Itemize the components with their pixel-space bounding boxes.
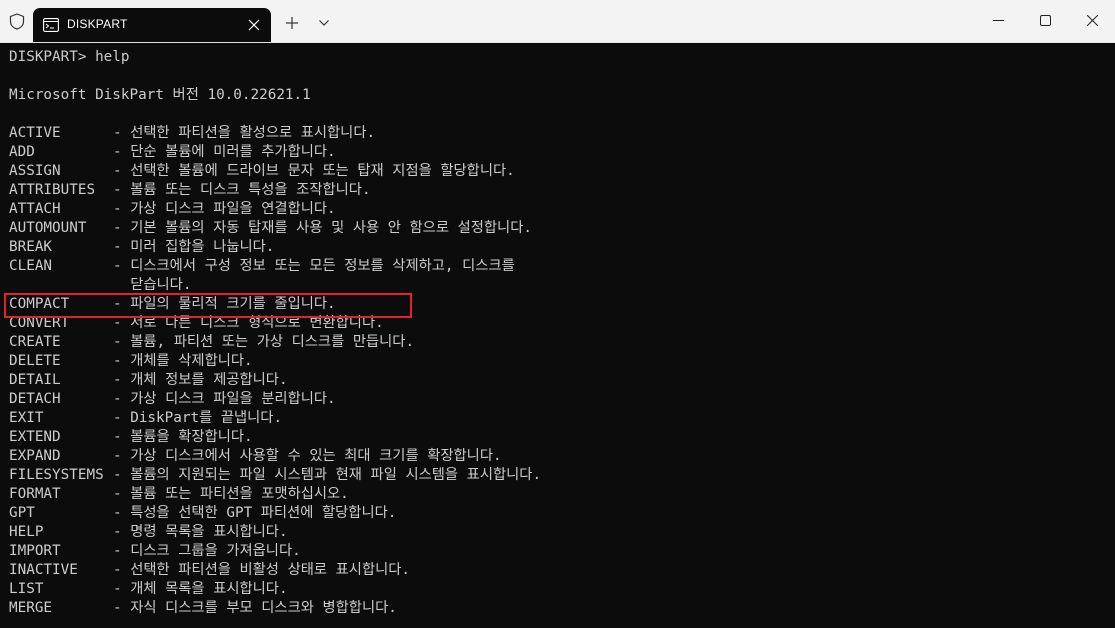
command-description: - 개체 목록을 표시합니다. (113, 581, 288, 597)
command-description: - 볼륨의 지원되는 파일 시스템과 현재 파일 시스템을 표시합니다. (113, 467, 542, 483)
command-row: IMPORT - 디스크 그룹을 가져옵니다. (9, 542, 1109, 561)
command-row: DETACH - 가상 디스크 파일을 분리합니다. (9, 390, 1109, 409)
command-row: FILESYSTEMS - 볼륨의 지원되는 파일 시스템과 현재 파일 시스템을… (9, 466, 1109, 485)
command-row: EXPAND - 가상 디스크에서 사용할 수 있는 최대 크기를 확장합니다. (9, 447, 1109, 466)
command-row: DETAIL - 개체 정보를 제공합니다. (9, 371, 1109, 390)
command-name: EXPAND (9, 448, 61, 464)
window-close-icon (1087, 15, 1098, 26)
command-name: ATTACH (9, 201, 61, 217)
command-description: - 가상 디스크 파일을 분리합니다. (113, 391, 336, 407)
command-name: MERGE (9, 600, 53, 616)
command-row: FORMAT - 볼륨 또는 파티션을 포맷하십시오. (9, 485, 1109, 504)
window-close-button[interactable] (1069, 0, 1115, 42)
command-description: - 단순 볼륨에 미러를 추가합니다. (113, 144, 336, 160)
highlight-box (4, 293, 412, 318)
command-description: - 기본 볼륨의 자동 탑재를 사용 및 사용 안 함으로 설정합니다. (113, 220, 532, 236)
command-name: IMPORT (9, 543, 61, 559)
command-name: GPT (9, 505, 35, 521)
command-list: ACTIVE - 선택한 파티션을 활성으로 표시합니다. ADD - 단순 볼륨에 … (9, 124, 1109, 618)
command-row: CLEAN - 디스크에서 구성 정보 또는 모든 정보를 삭제하고, 디스크를 (9, 257, 1109, 276)
command-row: ADD - 단순 볼륨에 미러를 추가합니다. (9, 143, 1109, 162)
command-description: - 선택한 파티션을 활성으로 표시합니다. (113, 125, 376, 141)
command-name: DETACH (9, 391, 61, 407)
command-description: - 볼륨, 파티션 또는 가상 디스크를 만듭니다. (113, 334, 415, 350)
command-row: DELETE - 개체를 삭제합니다. (9, 352, 1109, 371)
command-name: LIST (9, 581, 44, 597)
command-description: - 볼륨 또는 파티션을 포맷하십시오. (113, 486, 349, 502)
command-name: EXIT (9, 410, 44, 426)
terminal-output[interactable]: DISKPART> help Microsoft DiskPart 버전 10.… (9, 48, 1109, 618)
command-row: GPT - 특성을 선택한 GPT 파티션에 할당합니다. (9, 504, 1109, 523)
command-description: - DiskPart를 끝냅니다. (113, 410, 283, 426)
command-name: ACTIVE (9, 125, 61, 141)
command-name: CLEAN (9, 258, 53, 274)
command-row: EXTEND - 볼륨을 확장합니다. (9, 428, 1109, 447)
tab-title: DISKPART (67, 17, 128, 31)
command-name: BREAK (9, 239, 53, 255)
command-description: - 볼륨 또는 디스크 특성을 조작합니다. (113, 182, 371, 198)
command-name: HELP (9, 524, 44, 540)
command-name: DELETE (9, 353, 61, 369)
command-name: CREATE (9, 334, 61, 350)
command-description: - 디스크 그룹을 가져옵니다. (113, 543, 301, 559)
maximize-button[interactable] (1022, 0, 1068, 42)
command-description: - 선택한 볼륨에 드라이브 문자 또는 탑재 지점을 할당합니다. (113, 163, 515, 179)
command-description: - 볼륨을 확장합니다. (113, 429, 253, 445)
command-description: - 미러 집합을 나눕니다. (113, 239, 275, 255)
close-icon[interactable] (247, 18, 261, 32)
command-row: AUTOMOUNT - 기본 볼륨의 자동 탑재를 사용 및 사용 안 함으로 설… (9, 219, 1109, 238)
terminal-window: DISKPART DISKPART> help Microsoft DiskPa… (0, 0, 1115, 628)
command-name: AUTOMOUNT (9, 220, 87, 236)
command-description: - 특성을 선택한 GPT 파티션에 할당합니다. (113, 505, 397, 521)
version-line: Microsoft DiskPart 버전 10.0.22621.1 (9, 87, 311, 103)
command-name: FILESYSTEMS (9, 467, 104, 483)
command-description: 닫습니다. (113, 277, 192, 293)
command-row: CREATE - 볼륨, 파티션 또는 가상 디스크를 만듭니다. (9, 333, 1109, 352)
command-description: - 개체 정보를 제공합니다. (113, 372, 288, 388)
title-bar: DISKPART (0, 0, 1115, 43)
command-row: ASSIGN - 선택한 볼륨에 드라이브 문자 또는 탑재 지점을 할당합니다. (9, 162, 1109, 181)
plus-icon[interactable] (285, 16, 299, 30)
command-description: - 가상 디스크에서 사용할 수 있는 최대 크기를 확장합니다. (113, 448, 502, 464)
terminal-icon (43, 18, 59, 32)
command-description: - 명령 목록을 표시합니다. (113, 524, 288, 540)
shield-icon (9, 13, 25, 30)
command-name: ASSIGN (9, 163, 61, 179)
minimize-button[interactable] (975, 0, 1021, 42)
command-name: EXTEND (9, 429, 61, 445)
maximize-icon (1040, 15, 1051, 26)
command-row: INACTIVE - 선택한 파티션을 비활성 상태로 표시합니다. (9, 561, 1109, 580)
tab-diskpart[interactable]: DISKPART (33, 8, 271, 42)
command-description: - 선택한 파티션을 비활성 상태로 표시합니다. (113, 562, 411, 578)
command-description: - 디스크에서 구성 정보 또는 모든 정보를 삭제하고, 디스크를 (113, 258, 515, 274)
command-row: ATTRIBUTES - 볼륨 또는 디스크 특성을 조작합니다. (9, 181, 1109, 200)
command-row: BREAK - 미러 집합을 나눕니다. (9, 238, 1109, 257)
command-description: - 가상 디스크 파일을 연결합니다. (113, 201, 336, 217)
command-name: FORMAT (9, 486, 61, 502)
minimize-icon (993, 20, 1004, 21)
command-name: INACTIVE (9, 562, 78, 578)
command-description: - 자식 디스크를 부모 디스크와 병합합니다. (113, 600, 397, 616)
command-row: ACTIVE - 선택한 파티션을 활성으로 표시합니다. (9, 124, 1109, 143)
command-row: LIST - 개체 목록을 표시합니다. (9, 580, 1109, 599)
command-name: ATTRIBUTES (9, 182, 96, 198)
chevron-down-icon[interactable] (318, 19, 330, 27)
command-row: HELP - 명령 목록을 표시합니다. (9, 523, 1109, 542)
prompt-line: DISKPART> help (9, 49, 130, 65)
command-name: ADD (9, 144, 35, 160)
command-name: DETAIL (9, 372, 61, 388)
command-description: - 개체를 삭제합니다. (113, 353, 253, 369)
command-row: MERGE - 자식 디스크를 부모 디스크와 병합합니다. (9, 599, 1109, 618)
command-row: EXIT - DiskPart를 끝냅니다. (9, 409, 1109, 428)
command-row: ATTACH - 가상 디스크 파일을 연결합니다. (9, 200, 1109, 219)
